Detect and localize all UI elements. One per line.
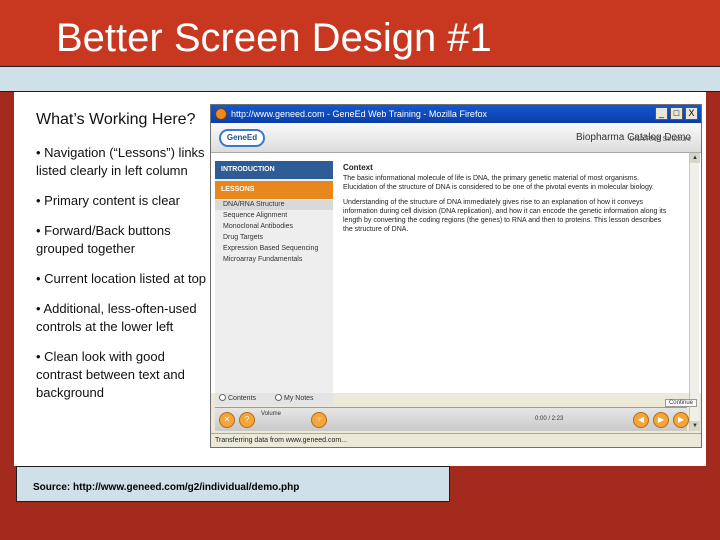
geneed-logo: GeneEd (219, 129, 265, 147)
source-text: Source: http://www.geneed.com/g2/individ… (33, 482, 300, 493)
content-paragraph: Understanding of the structure of DNA im… (343, 199, 667, 233)
nav-lessons[interactable]: LESSONS (215, 181, 333, 199)
hand-icon[interactable]: ☞ (311, 412, 327, 428)
nav-item-dna-rna[interactable]: DNA/RNA Structure (215, 200, 333, 210)
maximize-button[interactable]: □ (670, 107, 683, 120)
slide-body: What’s Working Here? • Navigation (“Less… (14, 92, 706, 466)
window-controls: _ □ X (655, 107, 698, 120)
forward-icon[interactable]: ▶ (673, 412, 689, 428)
back-icon[interactable]: ◀ (633, 412, 649, 428)
bullet-item: • Additional, less-often-used controls a… (36, 301, 197, 334)
continue-button[interactable]: Continue (664, 399, 697, 407)
bullet-item: • Primary content is clear (36, 193, 180, 208)
bullet-list: What’s Working Here? • Navigation (“Less… (36, 110, 208, 414)
tab-contents[interactable]: Contents (219, 394, 256, 404)
help-icon[interactable]: ? (239, 412, 255, 428)
left-nav: INTRODUCTION LESSONS DNA/RNA Structure S… (215, 161, 333, 393)
slide-title: Better Screen Design #1 (56, 16, 492, 60)
nav-item-drug-targets[interactable]: Drug Targets (215, 233, 333, 243)
app-body: INTRODUCTION LESSONS DNA/RNA Structure S… (211, 153, 701, 393)
breadcrumb: DNA/RNA Structure (629, 136, 691, 143)
nav-item-sequence-alignment[interactable]: Sequence Alignment (215, 211, 333, 221)
stop-icon[interactable]: ✕ (219, 412, 235, 428)
tab-contents-label: Contents (228, 395, 257, 402)
scroll-down-icon[interactable]: ▼ (690, 421, 700, 431)
window-title: http://www.geneed.com - GeneEd Web Train… (231, 109, 487, 119)
tab-my-notes[interactable]: My Notes (275, 394, 314, 404)
title-band: Better Screen Design #1 (0, 0, 720, 66)
bullet-heading: What’s Working Here? (36, 111, 196, 128)
nav-item-microarray[interactable]: Microarray Fundamentals (215, 255, 333, 265)
tab-notes-label: My Notes (284, 395, 314, 402)
radio-icon (219, 394, 226, 401)
play-icon[interactable]: ▶ (653, 412, 669, 428)
radio-icon (275, 394, 282, 401)
nav-item-expression-sequencing[interactable]: Expression Based Sequencing (215, 244, 333, 254)
time-readout: 0:00 / 2:23 (535, 416, 564, 422)
bullet-item: • Navigation (“Lessons”) links listed cl… (36, 145, 205, 178)
source-box: Source: http://www.geneed.com/g2/individ… (16, 466, 450, 502)
browser-titlebar: http://www.geneed.com - GeneEd Web Train… (211, 105, 701, 123)
vertical-scrollbar[interactable]: ▲ ▼ (689, 153, 700, 431)
close-button[interactable]: X (685, 107, 698, 120)
content-heading: Context (343, 163, 373, 172)
minimize-button[interactable]: _ (655, 107, 668, 120)
nav-item-monoclonal-antibodies[interactable]: Monoclonal Antibodies (215, 222, 333, 232)
content-paragraph: The basic informational molecule of life… (343, 175, 654, 191)
bullet-item: • Clean look with good contrast between … (36, 349, 185, 400)
nav-introduction[interactable]: INTRODUCTION (215, 161, 333, 179)
title-rule (0, 66, 720, 92)
lesson-content: Context The basic informational molecule… (343, 163, 671, 240)
bullet-item: • Forward/Back buttons grouped together (36, 223, 171, 256)
scroll-up-icon[interactable]: ▲ (690, 153, 700, 163)
bottom-tabs: Contents My Notes (215, 393, 333, 405)
bullet-item: • Current location listed at top (36, 271, 207, 286)
status-bar: Transferring data from www.geneed.com... (211, 433, 701, 447)
media-controls: ✕ ? Volume ☞ 0:00 / 2:23 ◀ ▶ ▶ (215, 407, 689, 431)
firefox-icon (215, 108, 227, 120)
volume-label: Volume (261, 411, 282, 417)
app-header: GeneEd Biopharma Catalog Demo (211, 123, 701, 153)
browser-screenshot: http://www.geneed.com - GeneEd Web Train… (210, 104, 702, 448)
